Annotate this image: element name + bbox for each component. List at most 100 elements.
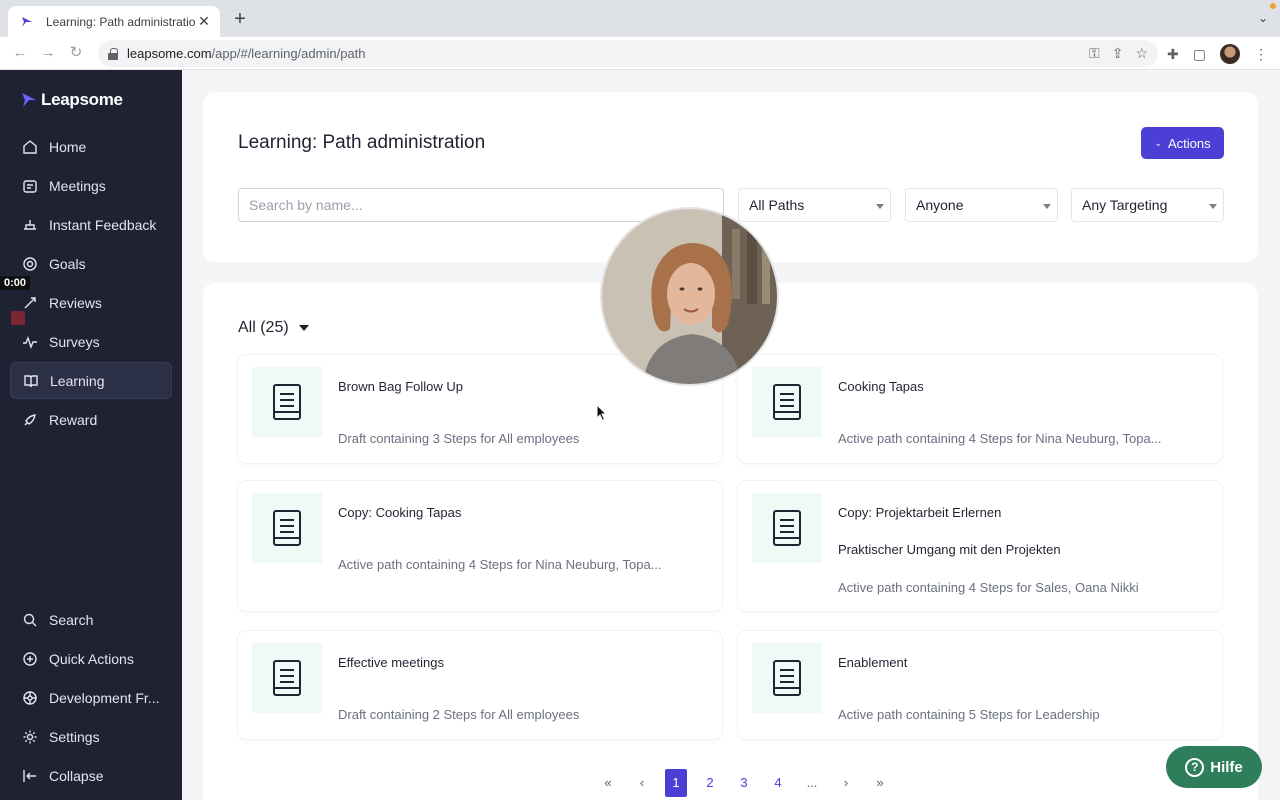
webcam-bubble[interactable] — [600, 207, 779, 386]
document-icon — [773, 384, 801, 420]
back-arrow-icon[interactable]: ← — [10, 43, 30, 63]
browser-tabbar: Learning: Path administration | ✕ + ⌄ — [0, 0, 1280, 37]
select-value: All Paths — [749, 197, 805, 213]
sidebar-item-search[interactable]: Search — [10, 601, 172, 638]
path-card[interactable]: Effective meetings Draft containing 2 St… — [238, 631, 722, 739]
share-icon[interactable]: ⇪ — [1112, 45, 1124, 62]
url-path: /app/#/learning/admin/path — [211, 46, 366, 61]
path-description: Active path containing 4 Steps for Sales… — [838, 580, 1139, 595]
pagination: « ‹ 1 2 3 4 ... › » — [591, 769, 897, 797]
stop-recording-button[interactable] — [11, 311, 25, 325]
page-button[interactable]: 3 — [727, 769, 761, 797]
first-page-button[interactable]: « — [591, 769, 625, 797]
sidebar-item-goals[interactable]: Goals — [10, 245, 172, 282]
sidebar-item-label: Search — [49, 611, 94, 628]
settings-icon — [22, 729, 38, 745]
dropdown-caret-icon — [1209, 204, 1217, 209]
path-card[interactable]: Copy: Cooking Tapas Active path containi… — [238, 481, 722, 611]
sidebar-item-label: Learning — [50, 372, 105, 389]
reviews-icon — [22, 295, 38, 311]
path-thumbnail — [752, 493, 822, 563]
path-card[interactable]: Enablement Active path containing 5 Step… — [738, 631, 1222, 739]
path-name: Copy: Projektarbeit Erlernen — [838, 505, 1002, 520]
quick-actions-icon — [22, 651, 38, 667]
chevron-down-icon: ⌄ — [1154, 137, 1162, 148]
logo-text: Leapsome — [41, 90, 123, 109]
key-icon[interactable]: ⚿ — [1089, 45, 1100, 62]
page-button[interactable]: 4 — [761, 769, 795, 797]
goals-icon — [22, 256, 38, 272]
sidebar-item-home[interactable]: Home — [10, 128, 172, 165]
sidebar-item-label: Meetings — [49, 177, 106, 194]
bookmark-star-icon[interactable]: ☆ — [1135, 45, 1148, 62]
tab-close-icon[interactable]: ✕ — [196, 13, 212, 30]
page-button[interactable]: 2 — [693, 769, 727, 797]
collapse-icon — [22, 768, 38, 784]
sidebar-item-label: Goals — [49, 255, 86, 272]
sidebar-item-surveys[interactable]: Surveys — [10, 323, 172, 360]
next-page-button[interactable]: › — [829, 769, 863, 797]
page-title: Learning: Path administration — [238, 132, 486, 153]
sidebar-item-meetings[interactable]: Meetings — [10, 167, 172, 204]
path-name: Enablement — [838, 655, 908, 670]
tab-search-chevron-icon[interactable]: ⌄ — [1258, 11, 1268, 25]
sidebar-item-instant-feedback[interactable]: Instant Feedback — [10, 206, 172, 243]
sidebar: Leapsome Home Meetings Instant Feedback … — [0, 70, 182, 800]
help-label: Hilfe — [1210, 758, 1243, 776]
feedback-icon — [22, 217, 38, 233]
paths-filter-select[interactable]: All Paths — [738, 188, 891, 222]
document-icon — [773, 660, 801, 696]
path-description: Draft containing 2 Steps for All employe… — [338, 707, 580, 722]
reload-icon[interactable]: ↻ — [66, 43, 86, 63]
sidebar-item-label: Development Fr... — [49, 689, 160, 706]
previous-page-button[interactable]: ‹ — [625, 769, 659, 797]
sidebar-item-learning[interactable]: Learning — [10, 362, 172, 399]
recording-timer: 0:00 — [0, 276, 31, 290]
path-card[interactable]: Cooking Tapas Active path containing 4 S… — [738, 355, 1222, 463]
page-button-current[interactable]: 1 — [665, 769, 687, 797]
leapsome-logo[interactable]: Leapsome — [20, 90, 123, 110]
recording-indicator — [1270, 3, 1276, 9]
reward-icon — [22, 412, 38, 428]
new-tab-button[interactable]: + — [230, 9, 250, 29]
path-description: Active path containing 5 Steps for Leade… — [838, 707, 1100, 722]
path-name: Cooking Tapas — [838, 379, 924, 394]
status-filter-label: All (25) — [238, 319, 289, 336]
targeting-filter-select[interactable]: Any Targeting — [1071, 188, 1224, 222]
profile-avatar[interactable] — [1220, 44, 1240, 64]
path-name: Effective meetings — [338, 655, 444, 670]
address-bar[interactable]: leapsome.com/app/#/learning/admin/path ⚿… — [98, 40, 1158, 67]
sidebar-item-label: Home — [49, 138, 87, 155]
dropdown-caret-icon — [1043, 204, 1051, 209]
status-filter-dropdown[interactable]: All (25) — [238, 319, 309, 337]
sidebar-item-collapse[interactable]: Collapse — [10, 757, 172, 794]
side-panel-icon[interactable]: ▢ — [1193, 46, 1206, 63]
extensions-puzzle-icon[interactable]: ✚ — [1167, 46, 1179, 63]
forward-arrow-icon[interactable]: → — [38, 43, 58, 63]
meetings-icon — [22, 178, 38, 194]
document-icon — [273, 384, 301, 420]
sidebar-item-quick-actions[interactable]: Quick Actions — [10, 640, 172, 677]
browser-menu-icon[interactable]: ⋮ — [1254, 46, 1268, 63]
document-icon — [773, 510, 801, 546]
document-icon — [273, 660, 301, 696]
path-card[interactable]: Copy: Projektarbeit Erlernen Praktischer… — [738, 481, 1222, 611]
sidebar-item-settings[interactable]: Settings — [10, 718, 172, 755]
path-thumbnail — [252, 493, 322, 563]
actions-button[interactable]: ⌄ Actions — [1141, 127, 1224, 159]
sidebar-item-reward[interactable]: Reward — [10, 401, 172, 438]
leapsome-favicon-icon — [20, 15, 34, 29]
extension-bar: ✚ ▢ ⋮ — [1167, 44, 1268, 64]
sidebar-item-label: Collapse — [49, 767, 104, 784]
pagination-ellipsis: ... — [806, 775, 818, 790]
owner-filter-select[interactable]: Anyone — [905, 188, 1058, 222]
last-page-button[interactable]: » — [863, 769, 897, 797]
sidebar-item-development[interactable]: Development Fr... — [10, 679, 172, 716]
webcam-image — [602, 209, 777, 384]
help-button[interactable]: ? Hilfe — [1166, 746, 1262, 788]
mouse-cursor-icon — [596, 404, 608, 422]
browser-tab[interactable]: Learning: Path administration | ✕ — [8, 6, 220, 37]
home-icon — [22, 139, 38, 155]
sidebar-item-label: Reward — [49, 411, 98, 428]
sidebar-item-reviews[interactable]: Reviews — [10, 284, 172, 321]
